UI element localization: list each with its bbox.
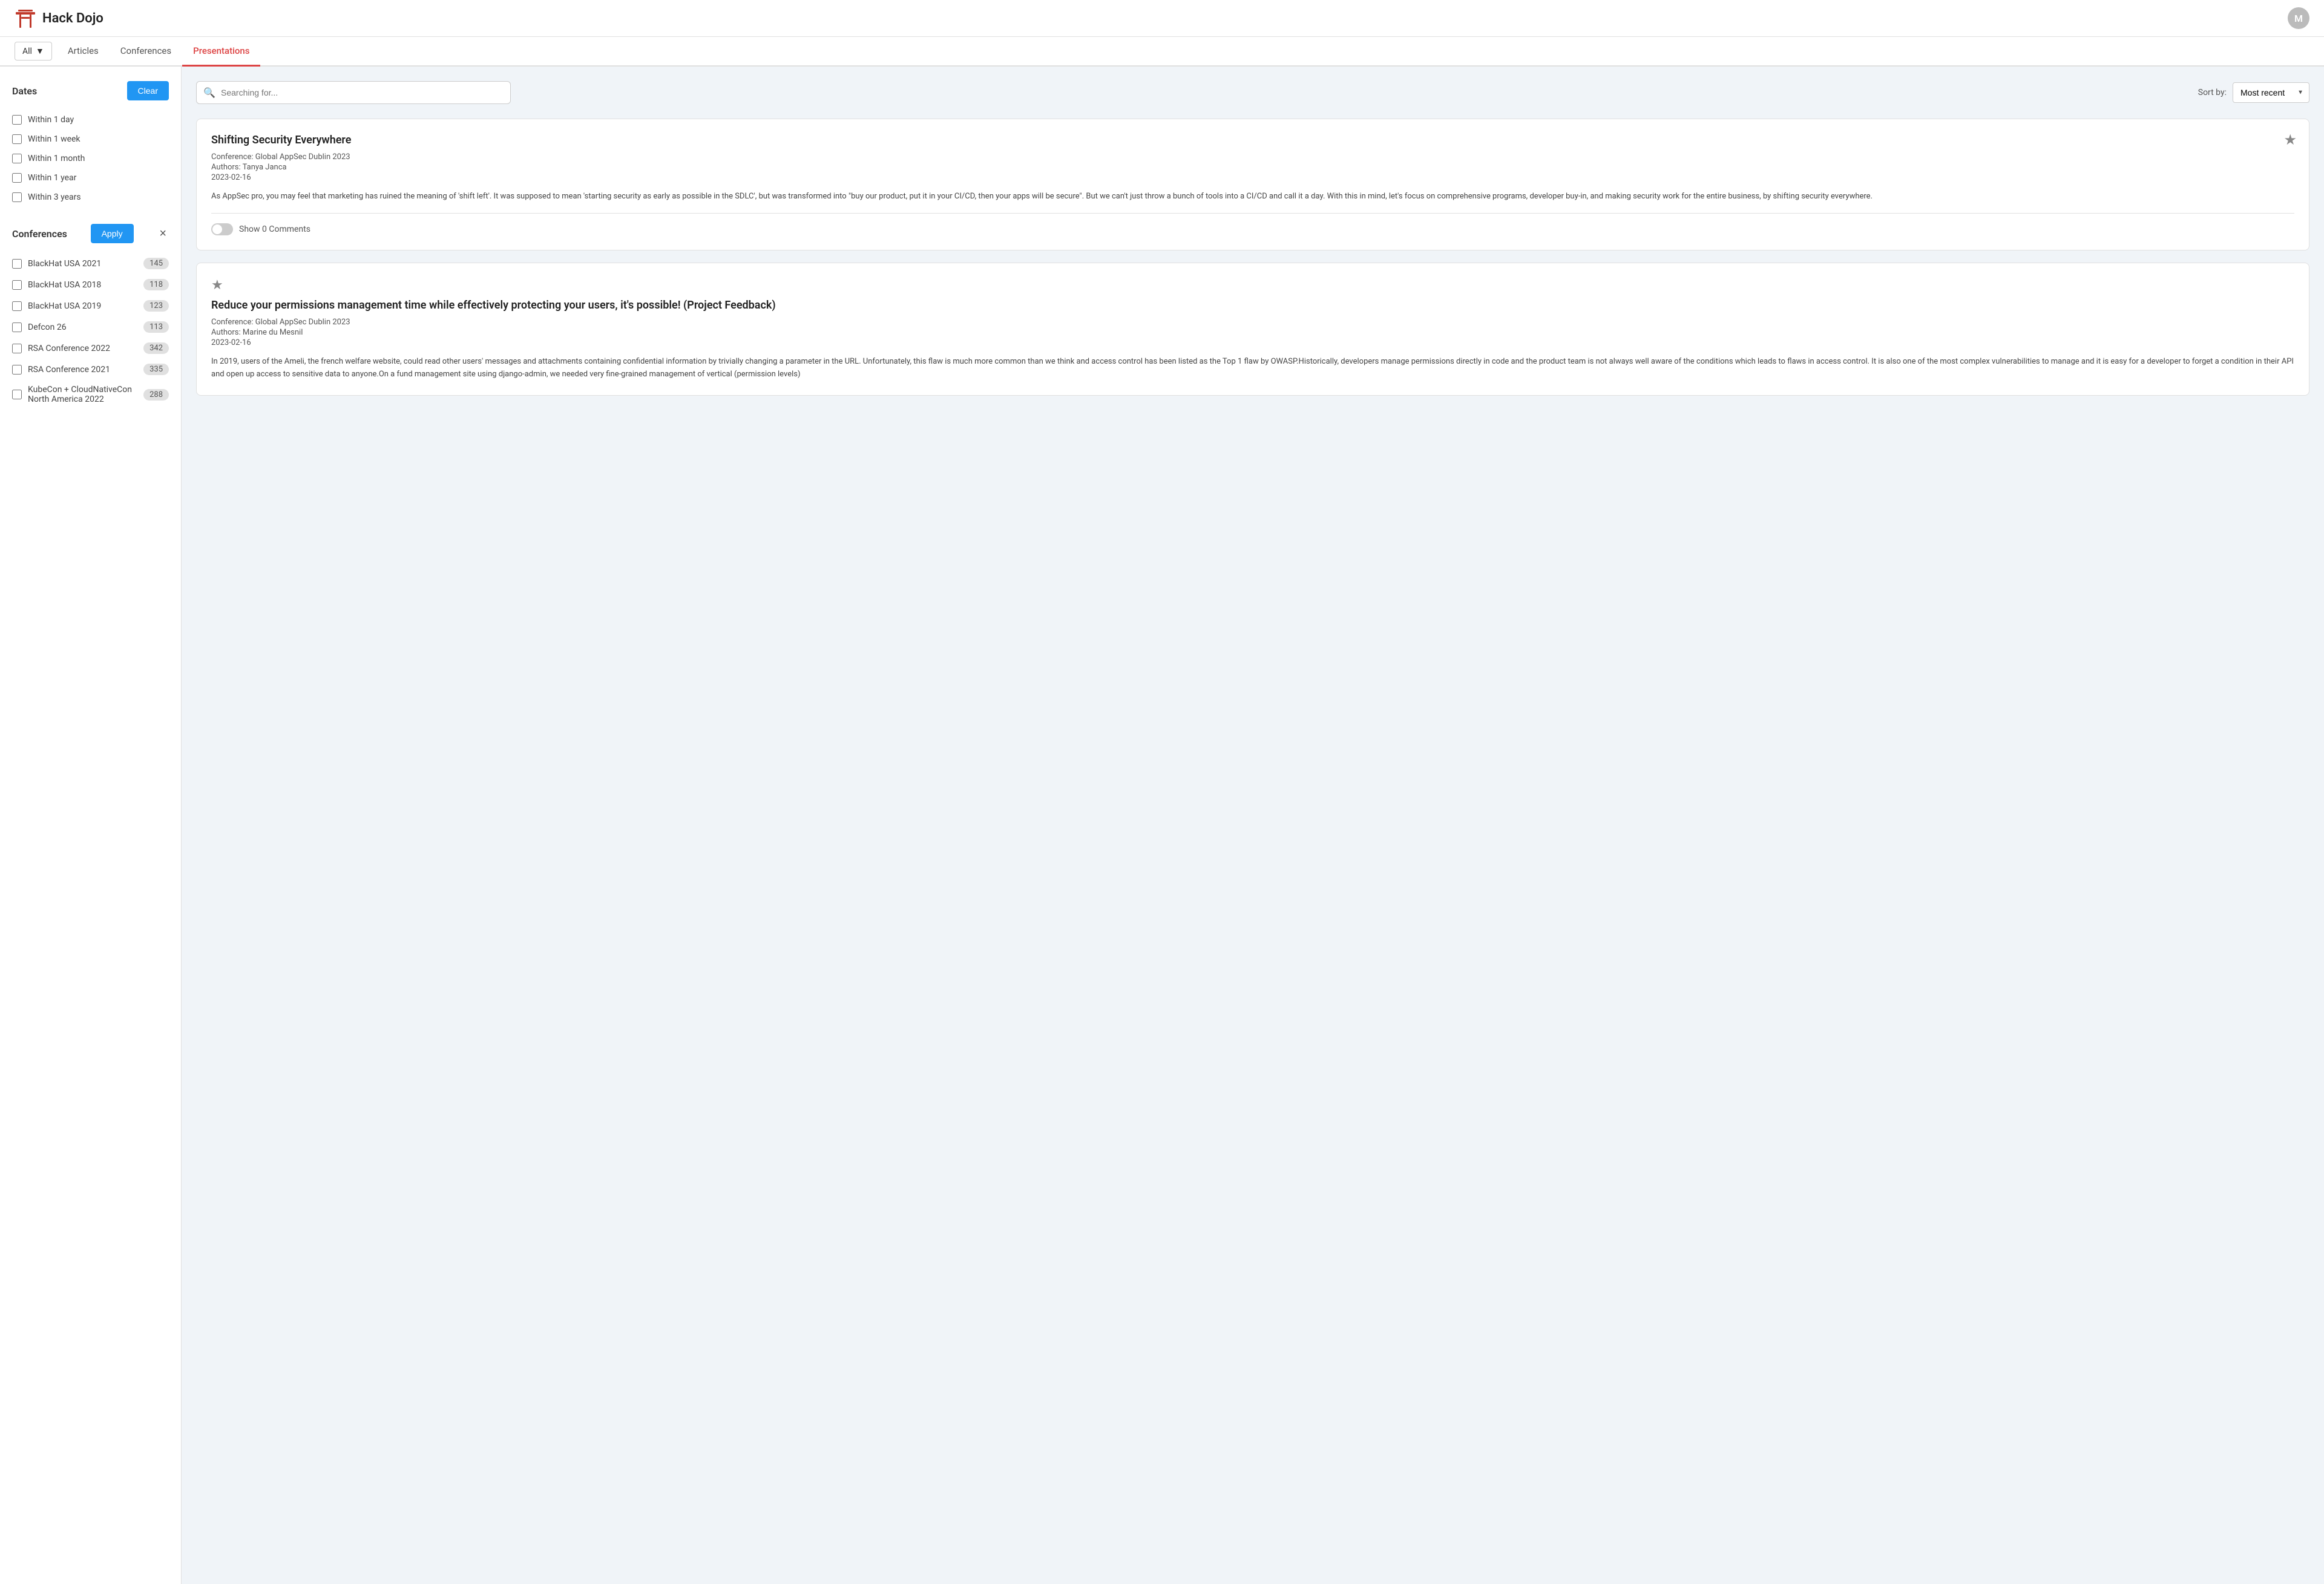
card-2-date: 2023-02-16 bbox=[211, 338, 2294, 347]
checkbox-within-3-years[interactable] bbox=[12, 192, 22, 202]
card-1-title: Shifting Security Everywhere bbox=[211, 134, 2294, 146]
sort-label: Sort by: bbox=[2198, 88, 2227, 97]
star-button-card1[interactable]: ★ bbox=[2283, 131, 2297, 149]
card-2: ★ Reduce your permissions management tim… bbox=[196, 263, 2309, 396]
star-icon-card2: ★ bbox=[211, 278, 2294, 293]
date-label-within-3-years: Within 3 years bbox=[28, 192, 169, 202]
sort-wrapper: Most recent Oldest Most popular bbox=[2233, 82, 2309, 103]
comments-label-card1[interactable]: Show 0 Comments bbox=[239, 224, 310, 234]
conferences-section: Conferences Apply × BlackHat USA 2021 14… bbox=[12, 224, 169, 409]
conf-count-rsa-2022: 342 bbox=[143, 342, 169, 354]
checkbox-rsa-2022[interactable] bbox=[12, 344, 22, 353]
checkbox-blackhat-2021[interactable] bbox=[12, 259, 22, 269]
conf-name-blackhat-2021: BlackHat USA 2021 bbox=[28, 259, 137, 269]
app-name: Hack Dojo bbox=[42, 11, 103, 26]
card-1: ★ Shifting Security Everywhere Conferenc… bbox=[196, 119, 2309, 250]
apply-button[interactable]: Apply bbox=[91, 224, 134, 243]
all-tab[interactable]: All ▼ bbox=[15, 42, 52, 61]
conf-rsa-2022: RSA Conference 2022 342 bbox=[12, 338, 169, 359]
conf-count-defcon-26: 113 bbox=[143, 321, 169, 333]
card-2-conference: Conference: Global AppSec Dublin 2023 bbox=[211, 318, 2294, 327]
card-1-date: 2023-02-16 bbox=[211, 173, 2294, 182]
conf-name-blackhat-2018: BlackHat USA 2018 bbox=[28, 280, 137, 290]
date-filter-within-1-month: Within 1 month bbox=[12, 149, 169, 168]
conf-count-blackhat-2019: 123 bbox=[143, 300, 169, 312]
main-layout: Dates Clear Within 1 day Within 1 week W… bbox=[0, 67, 2324, 1584]
checkbox-within-1-month[interactable] bbox=[12, 154, 22, 163]
sidebar: Dates Clear Within 1 day Within 1 week W… bbox=[0, 67, 182, 1584]
conf-count-kubecon-2022: 288 bbox=[143, 389, 169, 401]
conf-blackhat-2021: BlackHat USA 2021 145 bbox=[12, 253, 169, 274]
conf-name-rsa-2022: RSA Conference 2022 bbox=[28, 344, 137, 353]
conferences-header: Conferences Apply × bbox=[12, 224, 169, 243]
checkbox-within-1-year[interactable] bbox=[12, 173, 22, 183]
search-sort-row: 🔍 Sort by: Most recent Oldest Most popul… bbox=[196, 81, 2309, 104]
conf-kubecon-2022: KubeCon + CloudNativeCon North America 2… bbox=[12, 380, 169, 409]
tab-conferences[interactable]: Conferences bbox=[110, 37, 182, 67]
date-label-within-1-month: Within 1 month bbox=[28, 154, 169, 163]
checkbox-blackhat-2018[interactable] bbox=[12, 280, 22, 290]
dates-title: Dates bbox=[12, 85, 37, 97]
date-label-within-1-week: Within 1 week bbox=[28, 134, 169, 144]
nav-tabs: All ▼ Articles Conferences Presentations bbox=[0, 37, 2324, 67]
conf-rsa-2021: RSA Conference 2021 335 bbox=[12, 359, 169, 380]
conf-count-blackhat-2018: 118 bbox=[143, 279, 169, 290]
tab-articles[interactable]: Articles bbox=[57, 37, 110, 67]
conf-name-blackhat-2019: BlackHat USA 2019 bbox=[28, 301, 137, 311]
checkbox-rsa-2021[interactable] bbox=[12, 365, 22, 375]
header: Hack Dojo M bbox=[0, 0, 2324, 37]
card-1-comments-row: Show 0 Comments bbox=[211, 223, 2294, 235]
all-dropdown-icon: ▼ bbox=[36, 46, 44, 56]
card-1-authors: Authors: Tanya Janca bbox=[211, 163, 2294, 172]
card-2-authors: Authors: Marine du Mesnil bbox=[211, 328, 2294, 337]
dates-section: Dates Clear Within 1 day Within 1 week W… bbox=[12, 81, 169, 207]
conf-defcon-26: Defcon 26 113 bbox=[12, 316, 169, 338]
search-icon: 🔍 bbox=[203, 87, 215, 99]
checkbox-within-1-week[interactable] bbox=[12, 134, 22, 144]
comments-toggle-card1[interactable] bbox=[211, 223, 233, 235]
conf-name-kubecon-2022: KubeCon + CloudNativeCon North America 2… bbox=[28, 385, 137, 404]
date-label-within-1-day: Within 1 day bbox=[28, 115, 169, 125]
conf-blackhat-2018: BlackHat USA 2018 118 bbox=[12, 274, 169, 295]
conf-count-rsa-2021: 335 bbox=[143, 364, 169, 375]
search-box: 🔍 bbox=[196, 81, 511, 104]
checkbox-kubecon-2022[interactable] bbox=[12, 390, 22, 399]
conf-name-defcon-26: Defcon 26 bbox=[28, 322, 137, 332]
logo-area: Hack Dojo bbox=[15, 7, 2288, 29]
date-filter-within-1-week: Within 1 week bbox=[12, 129, 169, 149]
date-filter-within-3-years: Within 3 years bbox=[12, 188, 169, 207]
content-area: 🔍 Sort by: Most recent Oldest Most popul… bbox=[182, 67, 2324, 1584]
conf-count-blackhat-2021: 145 bbox=[143, 258, 169, 269]
date-label-within-1-year: Within 1 year bbox=[28, 173, 169, 183]
checkbox-defcon-26[interactable] bbox=[12, 322, 22, 332]
all-label: All bbox=[22, 47, 32, 56]
checkbox-blackhat-2019[interactable] bbox=[12, 301, 22, 311]
avatar[interactable]: M bbox=[2288, 7, 2309, 29]
sort-row: Sort by: Most recent Oldest Most popular bbox=[2198, 82, 2309, 103]
checkbox-within-1-day[interactable] bbox=[12, 115, 22, 125]
card-1-description: As AppSec pro, you may feel that marketi… bbox=[211, 191, 2294, 203]
toggle-knob-card1 bbox=[212, 224, 222, 234]
card-1-conference: Conference: Global AppSec Dublin 2023 bbox=[211, 152, 2294, 162]
conf-blackhat-2019: BlackHat USA 2019 123 bbox=[12, 295, 169, 316]
logo-icon bbox=[15, 7, 36, 29]
tab-presentations[interactable]: Presentations bbox=[182, 37, 260, 67]
conf-name-rsa-2021: RSA Conference 2021 bbox=[28, 365, 137, 375]
sort-select[interactable]: Most recent Oldest Most popular bbox=[2233, 82, 2309, 103]
date-filter-within-1-day: Within 1 day bbox=[12, 110, 169, 129]
conferences-title: Conferences bbox=[12, 228, 67, 240]
card-2-title: Reduce your permissions management time … bbox=[211, 299, 2294, 312]
close-conferences-button[interactable]: × bbox=[157, 227, 169, 241]
search-input[interactable] bbox=[196, 81, 511, 104]
dates-header: Dates Clear bbox=[12, 81, 169, 100]
clear-button[interactable]: Clear bbox=[127, 81, 169, 100]
date-filter-within-1-year: Within 1 year bbox=[12, 168, 169, 188]
card-2-description: In 2019, users of the Ameli, the french … bbox=[211, 356, 2294, 381]
